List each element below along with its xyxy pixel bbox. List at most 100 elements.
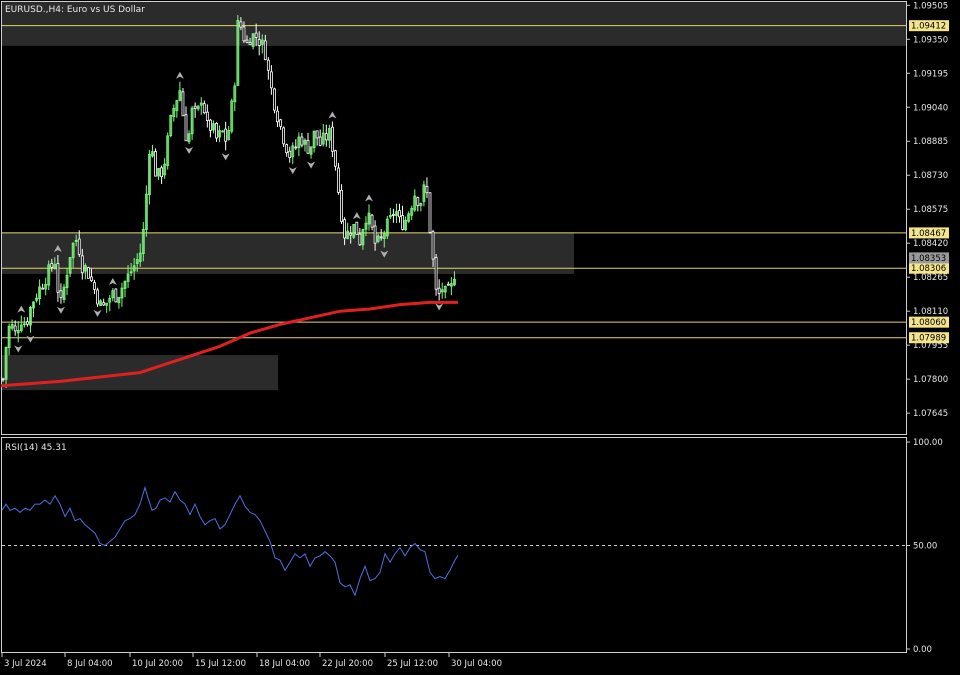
candle-body [13, 325, 17, 332]
rsi-title: RSI(14) 45.31 [5, 443, 67, 453]
chart-canvas[interactable]: 1.09505 1.09350 1.09195 1.09040 1.08885 1.087… [0, 0, 960, 675]
fractal-down-arrow [288, 167, 297, 175]
candle-body [282, 127, 286, 145]
price-tick-label: 1.07645 [913, 409, 948, 419]
candle-body [160, 167, 164, 178]
candle-body [273, 88, 276, 111]
candle-body [337, 167, 340, 193]
candle-body [208, 119, 212, 131]
price-tick-label: 1.09195 [913, 69, 948, 79]
fractal-down-arrow [26, 335, 35, 343]
candle-body [266, 59, 270, 71]
candle-body [80, 255, 84, 274]
current-price-tag-label: 1.08353 [911, 254, 946, 264]
candle-body [96, 289, 99, 305]
price-level-tag-label: 1.07989 [911, 334, 946, 344]
price-tick-label: 1.08730 [913, 171, 948, 181]
rsi-axis[interactable]: 100.00 50.00 0.00 [906, 438, 943, 655]
fractal-down-arrow [93, 309, 102, 317]
candle-body [379, 236, 383, 239]
candle-body [391, 214, 395, 216]
price-tick-label: 1.07800 [913, 375, 948, 385]
rsi-tick-label: 100.00 [913, 438, 943, 448]
candle-body [239, 21, 243, 28]
time-tick-label: 8 Jul 04:00 [67, 659, 113, 669]
candle-body [215, 123, 218, 139]
candle-body [224, 128, 228, 142]
candle-body [242, 26, 246, 42]
candle-body [245, 39, 249, 43]
fractal-down-arrow [221, 153, 230, 161]
price-tick-label: 1.08885 [913, 137, 948, 147]
candle-body [343, 219, 347, 239]
price-level-tag-label: 1.08467 [911, 229, 946, 239]
time-tick-label: 22 Jul 20:00 [322, 659, 373, 669]
candle-body [330, 126, 334, 152]
time-axis[interactable]: 3 Jul 2024 8 Jul 04:00 10 Jul 20:00 15 Jul … [1, 652, 502, 669]
price-axis[interactable]: 1.09505 1.09350 1.09195 1.09040 1.08885 1.087… [906, 1, 948, 419]
candle-body [184, 114, 188, 142]
candle-body [102, 302, 106, 306]
candle-body [340, 189, 343, 222]
candle-body [300, 136, 304, 146]
chart-title: EURUSD.,H4: Euro vs US Dollar [5, 5, 145, 15]
candle-body [416, 197, 420, 206]
time-tick-label: 18 Jul 04:00 [259, 659, 310, 669]
candle-body [294, 146, 298, 149]
candle-body [431, 231, 435, 260]
candle-body [257, 39, 261, 46]
fractals-layer [14, 71, 444, 353]
candle-body [373, 225, 377, 244]
rsi-layer [1, 485, 906, 597]
fractal-up-arrow [175, 71, 184, 79]
candle-body [248, 41, 252, 46]
price-tick-label: 1.09040 [913, 103, 948, 113]
fractal-down-arrow [307, 161, 316, 169]
fractal-down-arrow [435, 303, 444, 311]
fractal-down-arrow [56, 306, 65, 314]
price-tick-label: 1.09350 [913, 35, 948, 45]
time-tick-label: 25 Jul 12:00 [387, 659, 438, 669]
candle-body [93, 282, 96, 290]
price-tick-label: 1.08265 [913, 273, 948, 283]
price-tick-label: 1.09505 [913, 1, 948, 11]
candles-layer [1, 15, 456, 388]
candle-body [279, 119, 282, 127]
price-tick-label: 1.08420 [913, 239, 948, 249]
fractal-up-arrow [352, 212, 361, 220]
candle-body [87, 267, 90, 279]
candle-body [205, 111, 209, 121]
candle-body [315, 130, 319, 139]
candle-body [154, 151, 157, 177]
candle-body [254, 32, 258, 38]
candle-body [437, 287, 441, 294]
candle-body [193, 105, 197, 109]
time-tick-label: 10 Jul 20:00 [132, 659, 183, 669]
price-level-tag-label: 1.09412 [911, 22, 946, 32]
candle-body [306, 139, 310, 154]
price-level-tag-label: 1.08060 [911, 318, 946, 328]
price-level-tag-label: 1.08306 [911, 264, 946, 274]
candle-body [1, 378, 5, 381]
candle-body [114, 288, 118, 303]
candle-body [428, 192, 432, 233]
candle-body [41, 287, 45, 290]
candle-body [269, 71, 273, 89]
candle-body [370, 214, 374, 228]
rsi-tick-label: 0.00 [913, 645, 932, 655]
levels-layer [2, 25, 906, 339]
candle-body [25, 321, 29, 325]
rsi-tick-label: 50.00 [913, 542, 937, 552]
fractal-down-arrow [185, 147, 194, 155]
candle-body [59, 290, 63, 298]
candle-body [90, 276, 93, 282]
candle-body [401, 215, 404, 230]
candle-body [285, 144, 289, 154]
candle-body [202, 103, 206, 114]
candle-body [446, 283, 450, 286]
time-tick-label: 30 Jul 04:00 [451, 659, 502, 669]
candle-body [358, 233, 362, 246]
candle-body [276, 110, 279, 123]
price-tick-label: 1.08110 [913, 307, 948, 317]
candle-body [263, 40, 267, 60]
